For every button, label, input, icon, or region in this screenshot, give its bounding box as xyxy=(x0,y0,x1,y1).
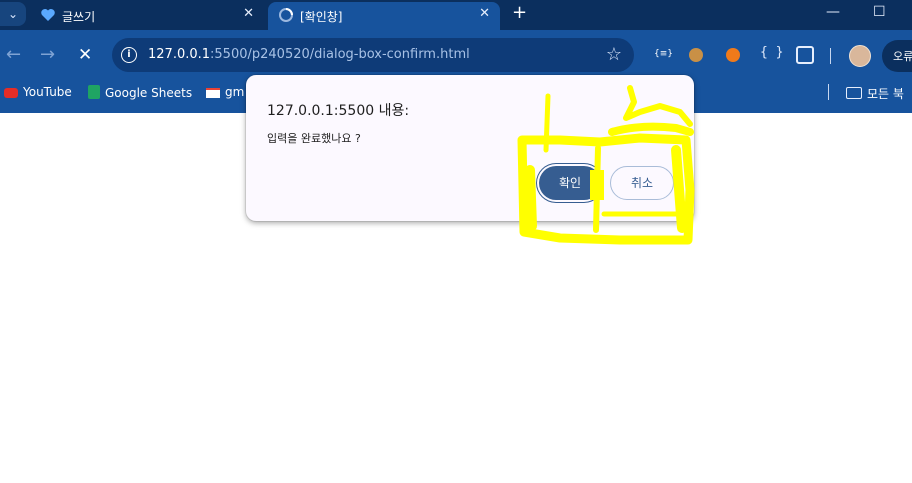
extensions-puzzle-icon[interactable] xyxy=(796,46,814,64)
bookmarks-divider xyxy=(828,84,829,100)
folder-icon xyxy=(846,87,862,99)
bookmark-label: Google Sheets xyxy=(105,86,193,100)
close-tab-icon[interactable]: ✕ xyxy=(243,6,254,21)
bookmark-label: YouTube xyxy=(23,85,72,99)
orange-extension-icon[interactable] xyxy=(726,48,740,62)
tab-search-button[interactable]: ⌄ xyxy=(0,2,26,26)
heart-icon xyxy=(41,9,55,21)
extension-json-icon[interactable]: {≡} xyxy=(654,49,673,59)
bookmark-youtube[interactable]: YouTube xyxy=(4,85,72,99)
tab-confirm[interactable]: [확인창] ✕ xyxy=(268,2,500,30)
gmail-icon xyxy=(206,88,220,98)
close-tab-icon[interactable]: ✕ xyxy=(479,6,490,21)
minimize-icon[interactable]: — xyxy=(826,4,840,20)
toolbar-divider xyxy=(830,48,831,64)
back-icon[interactable]: ← xyxy=(6,44,21,65)
new-tab-button[interactable]: + xyxy=(512,3,527,23)
maximize-icon[interactable]: ☐ xyxy=(873,4,886,20)
site-info-icon[interactable]: i xyxy=(121,47,137,63)
tab-title: 글쓰기 xyxy=(62,10,96,24)
dialog-title: 127.0.0.1:5500 내용: xyxy=(267,103,410,119)
chevron-down-icon: ⌄ xyxy=(7,7,19,21)
profile-avatar[interactable] xyxy=(849,45,871,67)
cookie-extension-icon[interactable] xyxy=(689,48,703,62)
tab-title: [확인창] xyxy=(300,10,343,24)
stop-loading-icon[interactable]: ✕ xyxy=(78,45,92,65)
url-text: 127.0.0.1:5500/p240520/dialog-box-confir… xyxy=(148,47,470,62)
address-bar[interactable]: i 127.0.0.1:5500/p240520/dialog-box-conf… xyxy=(112,38,634,72)
bookmark-star-icon[interactable]: ☆ xyxy=(606,44,622,65)
all-bookmarks-folder[interactable]: 모든 북 xyxy=(846,85,904,102)
url-host: 127.0.0.1 xyxy=(148,47,211,62)
cancel-button[interactable]: 취소 xyxy=(610,166,674,200)
ok-button[interactable]: 확인 xyxy=(539,166,601,200)
confirm-dialog: 127.0.0.1:5500 내용: 입력을 완료했나요 ? 확인 취소 xyxy=(246,75,694,221)
error-button-label: 오류 xyxy=(893,50,912,63)
dialog-message: 입력을 완료했나요 ? xyxy=(267,132,361,145)
youtube-icon xyxy=(4,88,18,98)
all-bookmarks-label: 모든 북 xyxy=(867,87,904,101)
forward-icon[interactable]: → xyxy=(40,44,55,65)
loading-spinner-icon xyxy=(279,8,293,22)
bookmark-label: gm xyxy=(225,85,245,99)
sheets-icon xyxy=(88,85,100,99)
tab-write[interactable]: 글쓰기 ✕ xyxy=(30,2,264,30)
error-button[interactable]: 오류 xyxy=(882,40,912,72)
braces-extension-icon[interactable]: { } xyxy=(760,45,783,60)
bookmark-gmail[interactable]: gm xyxy=(206,85,244,99)
bookmark-google-sheets[interactable]: Google Sheets xyxy=(88,85,192,100)
tab-strip: ⌄ 글쓰기 ✕ [확인창] ✕ + — ☐ xyxy=(0,0,912,30)
url-path: :5500/p240520/dialog-box-confirm.html xyxy=(210,47,470,62)
